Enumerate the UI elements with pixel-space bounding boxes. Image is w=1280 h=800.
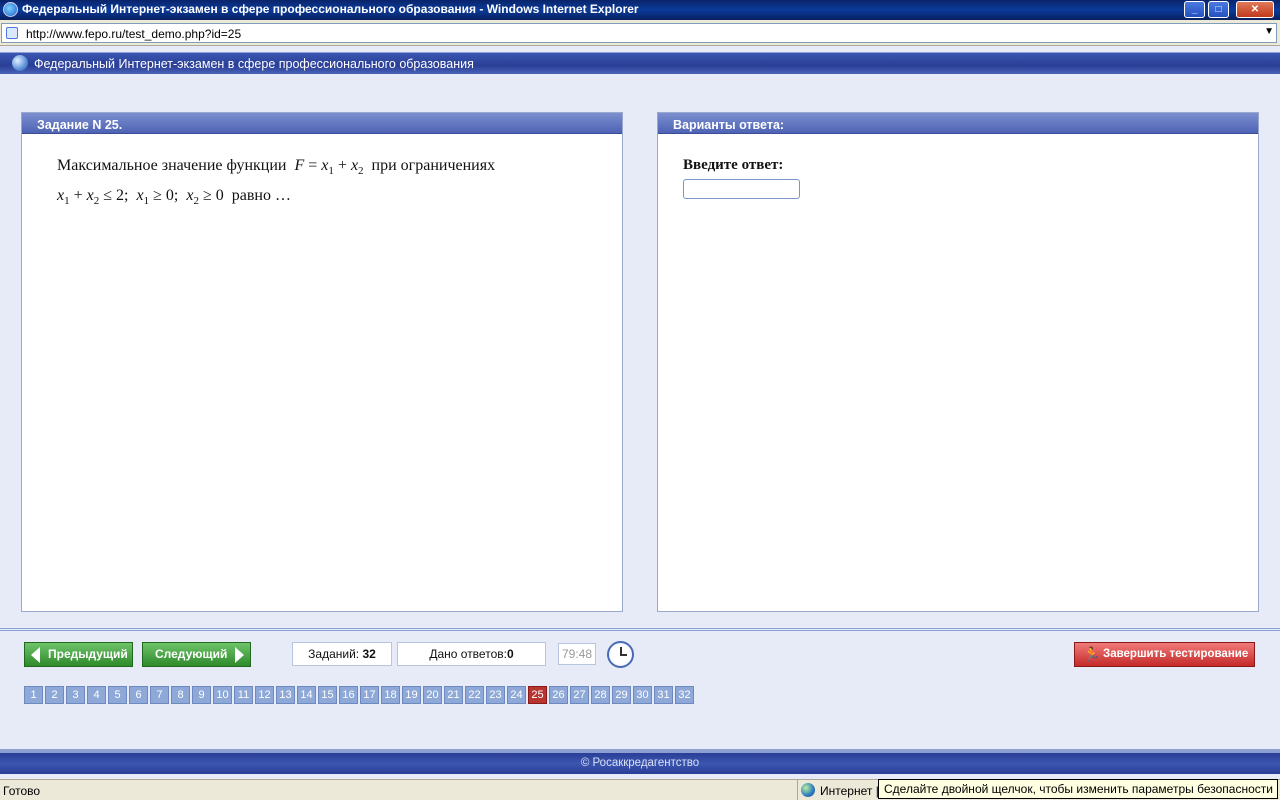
answer-prompt: Введите ответ:: [683, 157, 784, 173]
question-number-button[interactable]: 30: [633, 686, 652, 704]
security-zone[interactable]: Интернет |: [797, 780, 879, 800]
task-panel: Задание N 25. Максимальное значение функ…: [21, 112, 623, 612]
question-number-button[interactable]: 24: [507, 686, 526, 704]
finish-test-button[interactable]: 🏃 Завершить тестирование: [1074, 642, 1255, 667]
page-icon: [6, 27, 18, 39]
arrow-left-icon: [31, 647, 40, 663]
answers-count-value: 0: [506, 647, 514, 661]
tasks-count-value: 32: [362, 647, 376, 661]
question-number-button[interactable]: 32: [675, 686, 694, 704]
question-number-button[interactable]: 23: [486, 686, 505, 704]
question-number-button[interactable]: 1: [24, 686, 43, 704]
question-number-button[interactable]: 9: [192, 686, 211, 704]
answer-input[interactable]: [683, 179, 800, 199]
answer-panel: Варианты ответа: Введите ответ:: [657, 112, 1259, 612]
app-title: Федеральный Интернет-экзамен в сфере про…: [34, 57, 474, 71]
question-number-button[interactable]: 13: [276, 686, 295, 704]
task-text-suffix: при ограничениях: [371, 157, 496, 174]
question-number-button[interactable]: 11: [234, 686, 253, 704]
finish-test-label: Завершить тестирование: [1103, 648, 1249, 660]
page-footer: © Росаккредагентство: [0, 749, 1280, 774]
question-number-button[interactable]: 6: [129, 686, 148, 704]
previous-button-label: Предыдущий: [48, 647, 128, 661]
task-text-prefix: Максимальное значение функции: [57, 157, 287, 174]
task-text-line2: x1 + x2 ≤ 2; x1 ≥ 0; x2 ≥ 0 равно …: [57, 187, 291, 207]
question-number-button[interactable]: 26: [549, 686, 568, 704]
task-text-equals: равно …: [231, 187, 291, 204]
task-formula-constraints: x1 + x2 ≤ 2; x1 ≥ 0; x2 ≥ 0: [57, 187, 224, 208]
question-number-button[interactable]: 28: [591, 686, 610, 704]
copyright-text: © Росаккредагентство: [580, 757, 700, 769]
question-number-button[interactable]: 20: [423, 686, 442, 704]
maximize-button[interactable]: □: [1208, 1, 1229, 18]
tasks-count-label: Заданий:: [308, 647, 360, 661]
task-formula-function: F: [294, 157, 305, 174]
clock-icon: [607, 641, 634, 668]
next-button[interactable]: Следующий: [142, 642, 251, 667]
question-number-button[interactable]: 2: [45, 686, 64, 704]
internet-zone-icon: [801, 783, 815, 797]
answers-count-box: Дано ответов:0: [397, 642, 546, 666]
window-title-bar: Федеральный Интернет-экзамен в сфере про…: [0, 0, 1280, 20]
runner-icon: 🏃: [1083, 646, 1101, 662]
question-number-button[interactable]: 29: [612, 686, 631, 704]
tasks-count-box: Заданий: 32: [292, 642, 392, 666]
timer-display: 79:48: [558, 643, 596, 665]
question-number-button[interactable]: 25: [528, 686, 547, 704]
ie-icon: [3, 2, 18, 17]
minimize-button[interactable]: _: [1184, 1, 1205, 18]
question-number-button[interactable]: 5: [108, 686, 127, 704]
app-header: Федеральный Интернет-экзамен в сфере про…: [0, 52, 1280, 74]
question-number-button[interactable]: 31: [654, 686, 673, 704]
close-button[interactable]: ✕: [1236, 1, 1274, 18]
question-number-button[interactable]: 27: [570, 686, 589, 704]
question-number-button[interactable]: 4: [87, 686, 106, 704]
next-button-label: Следующий: [155, 647, 228, 661]
previous-button[interactable]: Предыдущий: [24, 642, 133, 667]
question-number-button[interactable]: 10: [213, 686, 232, 704]
globe-icon: [12, 55, 28, 71]
question-number-button[interactable]: 16: [339, 686, 358, 704]
question-number-button[interactable]: 21: [444, 686, 463, 704]
arrow-right-icon: [235, 647, 244, 663]
address-field[interactable]: http://www.fepo.ru/test_demo.php?id=25 ▼: [1, 23, 1277, 43]
status-text: Готово: [3, 784, 41, 798]
window-title: Федеральный Интернет-экзамен в сфере про…: [22, 2, 639, 16]
question-number-button[interactable]: 8: [171, 686, 190, 704]
security-tooltip: Сделайте двойной щелчок, чтобы изменить …: [878, 779, 1278, 799]
chevron-down-icon[interactable]: ▼: [1264, 26, 1274, 37]
question-number-button[interactable]: 18: [381, 686, 400, 704]
question-number-button[interactable]: 12: [255, 686, 274, 704]
address-bar: http://www.fepo.ru/test_demo.php?id=25 ▼: [0, 20, 1280, 46]
question-number-button[interactable]: 7: [150, 686, 169, 704]
answer-heading: Варианты ответа:: [658, 113, 1258, 134]
answers-count-label: Дано ответов:: [429, 647, 507, 661]
question-number-button[interactable]: 3: [66, 686, 85, 704]
question-number-button[interactable]: 17: [360, 686, 379, 704]
question-number-button[interactable]: 14: [297, 686, 316, 704]
task-text-line1: Максимальное значение функции F = x1 + x…: [57, 157, 496, 178]
question-number-button[interactable]: 22: [465, 686, 484, 704]
question-number-button[interactable]: 19: [402, 686, 421, 704]
toolbar-divider: [0, 628, 1280, 632]
security-zone-label: Интернет |: [820, 784, 879, 798]
task-heading: Задание N 25.: [22, 113, 622, 134]
question-number-button[interactable]: 15: [318, 686, 337, 704]
address-url[interactable]: http://www.fepo.ru/test_demo.php?id=25: [26, 27, 241, 41]
